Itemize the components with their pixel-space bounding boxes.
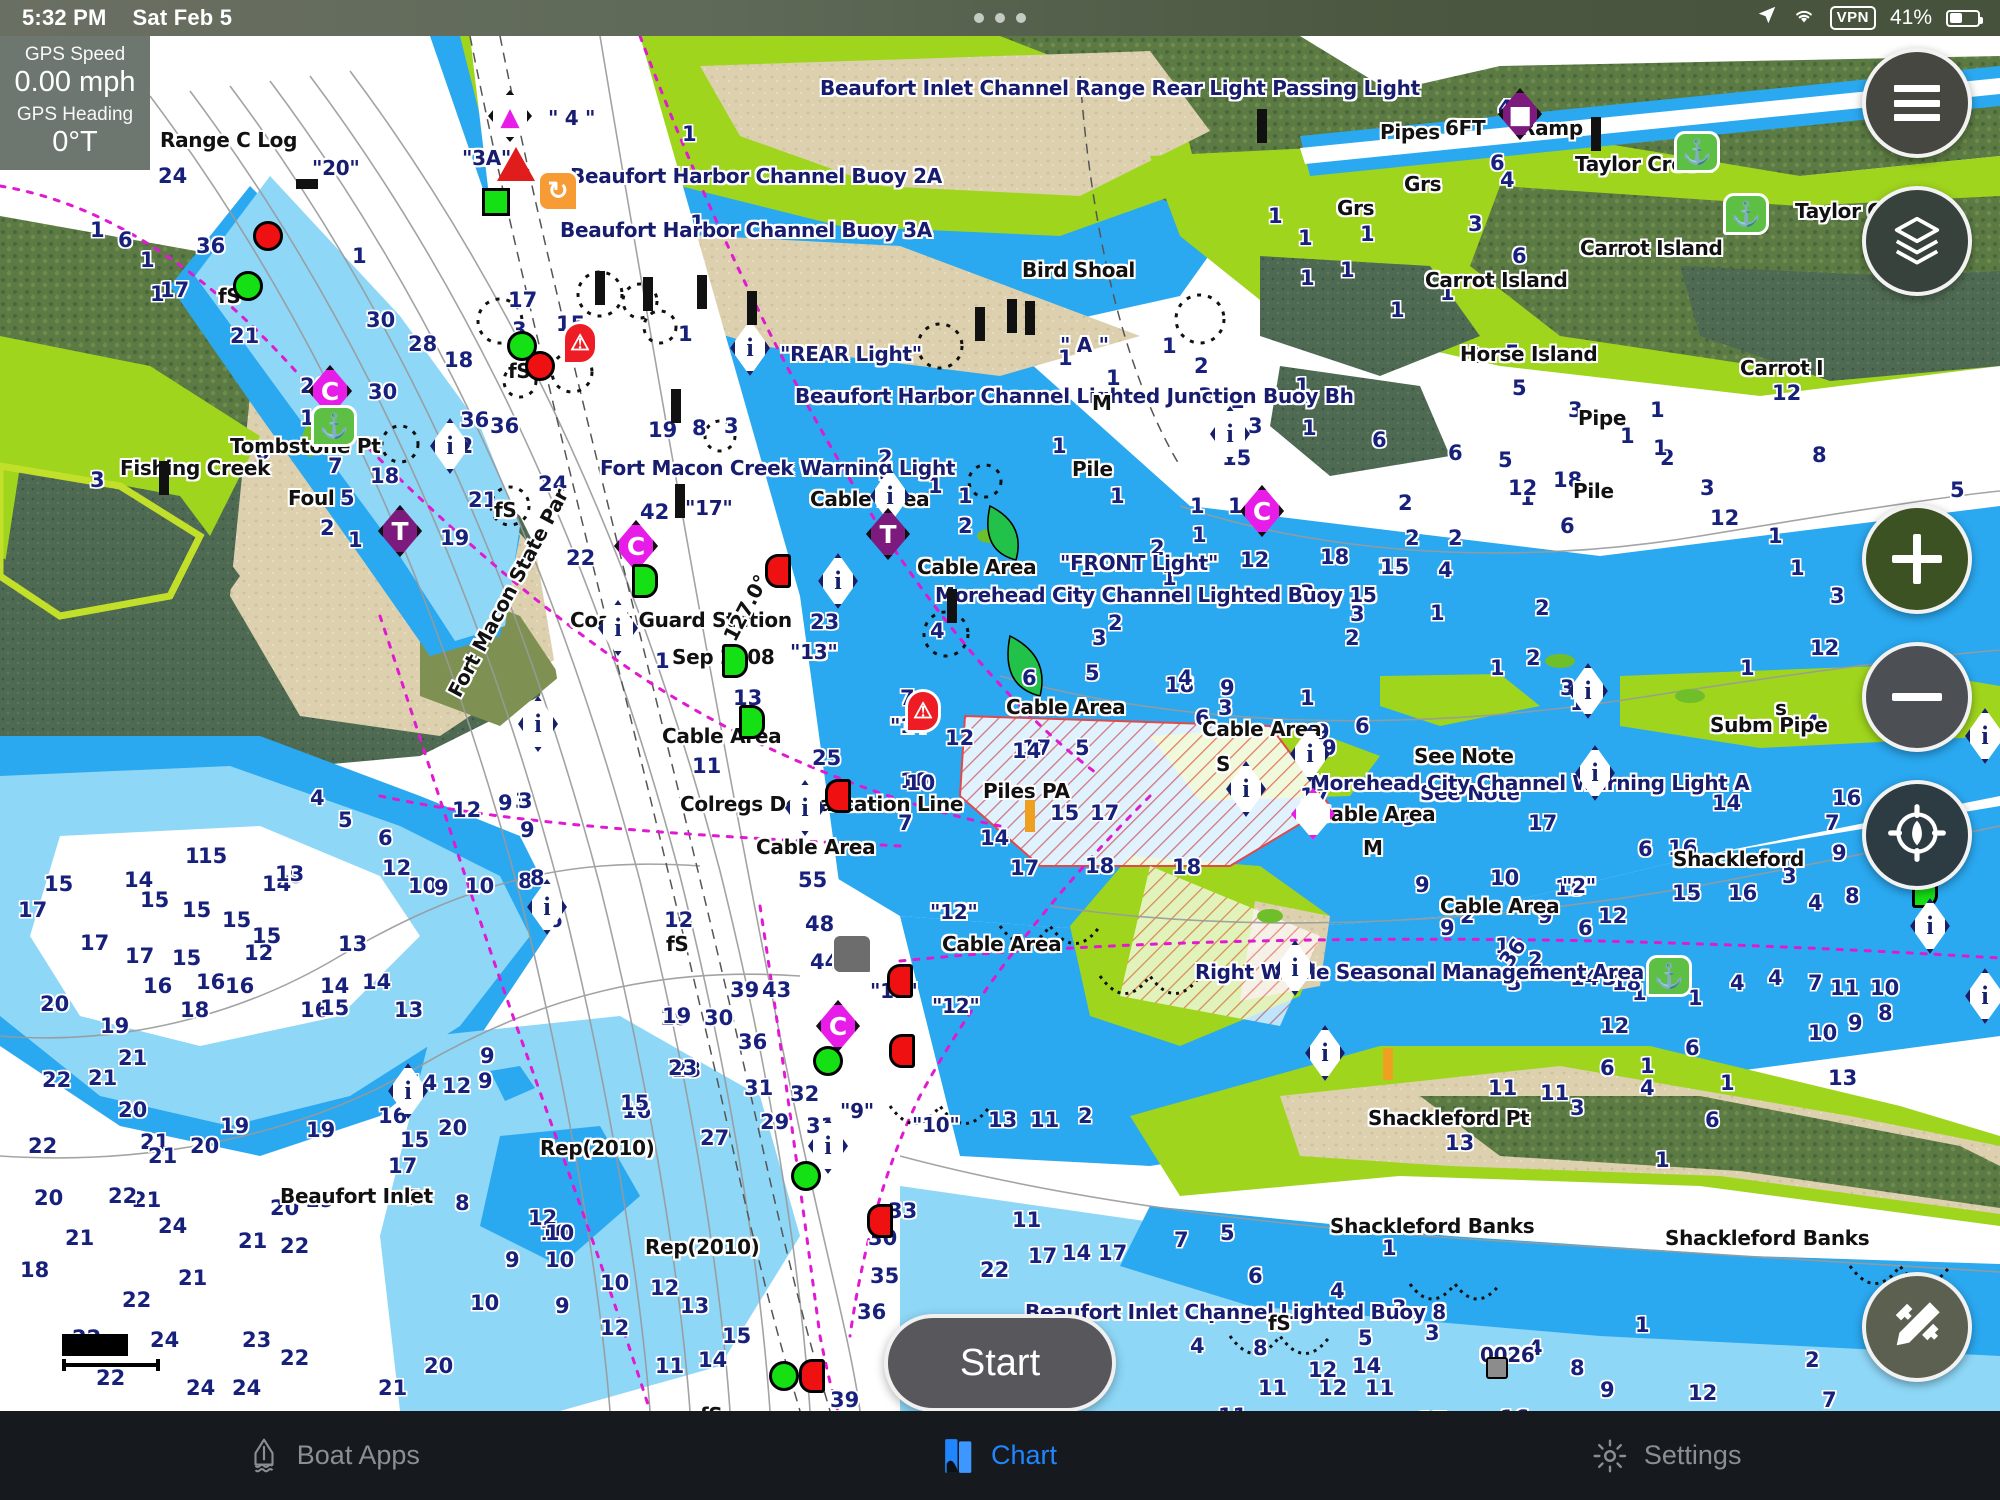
chart-icon [943, 1436, 975, 1476]
gps-heading-label: GPS Heading [16, 103, 134, 125]
status-time: 5:32 PM [22, 5, 107, 30]
status-date: Sat Feb 5 [132, 5, 233, 30]
boat-crosshair-icon [1886, 802, 1948, 869]
drag-handle-icon[interactable] [974, 13, 1026, 23]
gps-speed-value: 0.00 mph [14, 66, 136, 99]
zoom-out-button[interactable] [1862, 642, 1972, 752]
tab-boat-apps-label: Boat Apps [296, 1440, 420, 1470]
vpn-badge: VPN [1829, 6, 1876, 30]
wifi-icon [1792, 5, 1816, 31]
tab-settings[interactable]: Settings [1333, 1438, 2000, 1474]
menu-button[interactable] [1862, 48, 1972, 158]
tab-chart-label: Chart [990, 1440, 1058, 1470]
status-bar-right: VPN 41% [1756, 4, 2000, 32]
plus-icon [1892, 534, 1942, 584]
layers-button[interactable] [1862, 186, 1972, 296]
start-button[interactable]: Start [884, 1314, 1116, 1412]
gps-heading-value: 0°T [52, 126, 98, 158]
boat-icon [247, 1437, 281, 1475]
pencil-ruler-icon [1888, 1296, 1946, 1359]
measure-edit-button[interactable] [1862, 1272, 1972, 1382]
chart-graphics [0, 36, 2000, 1411]
center-on-boat-button[interactable] [1862, 780, 1972, 890]
tab-boat-apps[interactable]: Boat Apps [0, 1437, 667, 1475]
gps-speed-label: GPS Speed [24, 44, 126, 65]
location-arrow-icon [1756, 4, 1778, 32]
status-bar: 5:32 PM Sat Feb 5 VPN 41% [0, 0, 2000, 36]
hamburger-icon [1894, 85, 1940, 121]
battery-icon [1946, 9, 1983, 27]
zoom-in-button[interactable] [1862, 504, 1972, 614]
gear-icon [1592, 1438, 1628, 1474]
tab-settings-label: Settings [1643, 1440, 1742, 1470]
tab-chart[interactable]: Chart [667, 1436, 1334, 1476]
minus-icon [1892, 672, 1942, 722]
gps-info-panel: GPS Speed 0.00 mph GPS Heading 0°T [0, 36, 150, 171]
layers-icon [1888, 212, 1946, 271]
bottom-tab-bar: Boat Apps Chart Settings [0, 1411, 2000, 1500]
status-bar-left: 5:32 PM Sat Feb 5 [0, 5, 232, 31]
nautical-chart-map[interactable]: 1 6 1 36 1 17 21 24 26 30 28 18 30 14 36 7 18 22 3 6 5 2 1 1 19 2… [0, 36, 2000, 1411]
chartplotter-app: 5:32 PM Sat Feb 5 VPN 41% 1 6 1 36 1 17 … [0, 0, 2000, 1500]
scale-bar [62, 1334, 160, 1371]
battery-percent: 41% [1889, 6, 1932, 29]
